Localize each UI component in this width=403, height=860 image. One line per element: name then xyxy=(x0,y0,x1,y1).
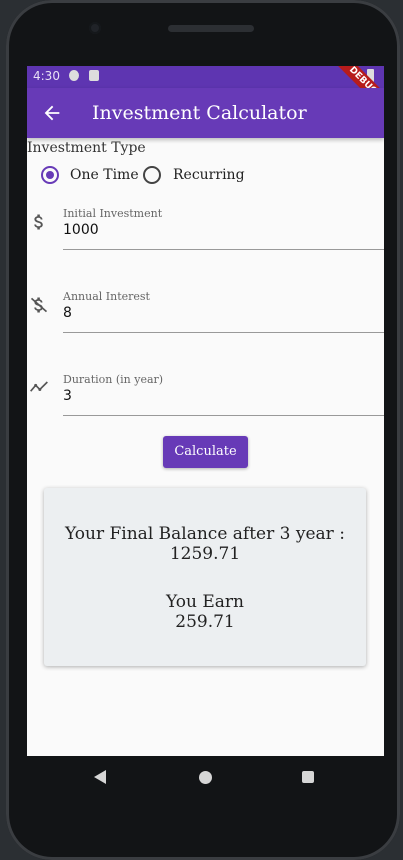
annual-interest-underline xyxy=(63,332,384,333)
system-nav-bar xyxy=(27,756,384,800)
front-camera xyxy=(89,22,101,34)
sd-card-icon xyxy=(89,70,99,81)
nav-back-icon[interactable] xyxy=(94,770,106,784)
duration-underline xyxy=(63,415,384,416)
sync-icon xyxy=(69,70,79,81)
speaker xyxy=(168,25,254,32)
status-bar: 4:30 DEBUG xyxy=(27,66,384,117)
duration-input[interactable]: 3 xyxy=(63,388,72,404)
initial-investment-underline xyxy=(63,249,384,250)
app-screen: 4:30 DEBUG Investment Calculator Investm… xyxy=(27,66,384,756)
nav-home-icon[interactable] xyxy=(199,771,212,784)
initial-investment-input[interactable]: 1000 xyxy=(63,222,99,238)
arrow-back-icon[interactable] xyxy=(41,102,63,124)
annual-interest-input[interactable]: 8 xyxy=(63,305,72,321)
calculate-button[interactable]: Calculate xyxy=(163,436,248,468)
radio-one-time[interactable] xyxy=(41,166,59,184)
annual-interest-label: Annual Interest xyxy=(63,290,150,303)
dollar-icon xyxy=(34,214,43,230)
earn-value: 259.71 xyxy=(175,612,235,632)
radio-one-time-label[interactable]: One Time xyxy=(70,167,139,183)
investment-type-label: Investment Type xyxy=(27,140,146,156)
money-off-icon xyxy=(30,297,48,313)
earn-label: You Earn xyxy=(166,592,244,612)
final-balance-value: 1259.71 xyxy=(169,544,241,564)
nav-recents-icon[interactable] xyxy=(302,771,314,783)
app-bar: Investment Calculator xyxy=(27,88,384,138)
app-title: Investment Calculator xyxy=(92,102,307,124)
trending-icon xyxy=(30,381,48,392)
radio-recurring-label[interactable]: Recurring xyxy=(173,167,245,183)
final-balance-label: Your Final Balance after 3 year : xyxy=(65,524,345,544)
radio-recurring[interactable] xyxy=(143,166,161,184)
result-card: Your Final Balance after 3 year : 1259.7… xyxy=(44,488,366,666)
initial-investment-label: Initial Investment xyxy=(63,207,163,220)
duration-label: Duration (in year) xyxy=(63,373,164,386)
status-time: 4:30 xyxy=(33,69,60,83)
